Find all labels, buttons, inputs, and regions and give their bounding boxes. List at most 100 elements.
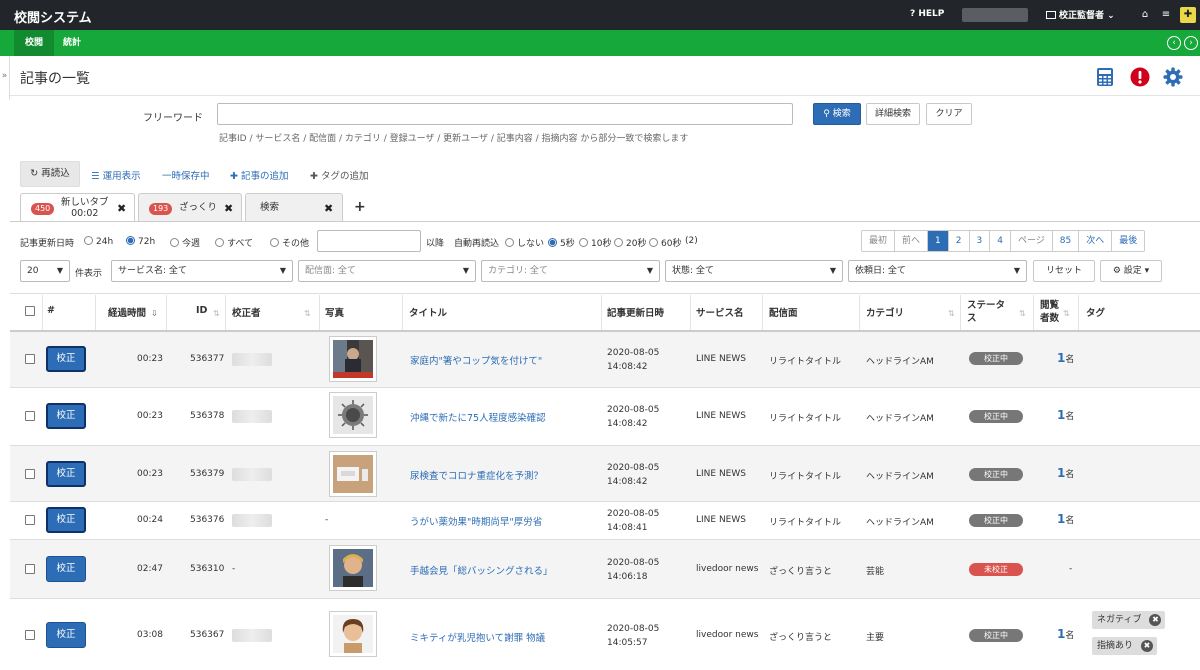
pager-next[interactable]: 次へ xyxy=(1079,231,1113,251)
pager-prev[interactable]: 前へ xyxy=(895,231,929,251)
proofread-button[interactable]: 校正 xyxy=(46,346,86,372)
pager-first[interactable]: 最初 xyxy=(862,231,896,251)
radio-72h[interactable]: 72h xyxy=(126,236,155,247)
sort-icon[interactable]: ⇅ xyxy=(1019,309,1026,318)
article-title-link[interactable]: 沖縄で新たに75人程度感染確認 xyxy=(410,410,546,424)
menu-icon[interactable]: ≡ xyxy=(1158,7,1174,23)
gear-icon[interactable] xyxy=(1163,67,1183,87)
add-tab-button[interactable]: + xyxy=(354,199,366,215)
arrow-right-icon[interactable]: › xyxy=(1184,36,1198,50)
auto-reload-60s[interactable]: 60秒 xyxy=(649,236,681,249)
radio-other[interactable]: その他 xyxy=(270,236,309,249)
col-status[interactable]: ステータス xyxy=(967,299,1005,325)
sort-icon[interactable]: ⇅ xyxy=(213,309,220,318)
role-menu[interactable]: 校正監督者 ⌄ xyxy=(1046,8,1115,21)
col-service[interactable]: サービス名 xyxy=(696,305,744,319)
proofread-button[interactable]: 校正 xyxy=(46,556,86,582)
close-icon[interactable]: ✖ xyxy=(324,202,333,215)
sidebar-toggle-icon[interactable]: » xyxy=(0,56,10,100)
tab-new[interactable]: 450 新しいタブ 00:02 ✖ xyxy=(20,193,135,222)
pager-page-4[interactable]: 4 xyxy=(990,231,1011,251)
auto-reload-off[interactable]: しない xyxy=(505,236,544,249)
article-thumbnail[interactable] xyxy=(329,451,377,497)
article-title-link[interactable]: 手越会見「総バッシングされる」 xyxy=(410,563,553,577)
add-tag-button[interactable]: ✚ タグの追加 xyxy=(310,168,369,182)
article-title-link[interactable]: ミキティが乳児抱いて謝罪 物議 xyxy=(410,630,545,644)
col-id[interactable]: ID xyxy=(196,305,207,316)
tag-negative[interactable]: ネガティブ ✖ xyxy=(1092,611,1166,629)
ops-view-button[interactable]: ☰ 運用表示 xyxy=(91,168,141,182)
user-name-redacted[interactable] xyxy=(962,8,1028,22)
row-checkbox[interactable] xyxy=(25,354,35,364)
article-title-link[interactable]: 尿検査でコロナ重症化を予測？ xyxy=(410,468,543,482)
auto-reload-5s[interactable]: 5秒 xyxy=(548,236,575,249)
close-icon[interactable]: ✖ xyxy=(1149,614,1162,626)
search-button[interactable]: ⚲ 検索 xyxy=(813,103,861,125)
col-category[interactable]: カテゴリ xyxy=(866,305,904,319)
temp-saved-button[interactable]: 一時保存中 xyxy=(162,168,210,182)
home-icon[interactable]: ⌂ xyxy=(1137,7,1153,23)
calculator-icon[interactable] xyxy=(1095,67,1115,87)
proofread-button[interactable]: 校正 xyxy=(46,622,86,648)
nav-tab-proofread[interactable]: 校閲 xyxy=(14,30,55,56)
proofread-button[interactable]: 校正 xyxy=(46,507,86,533)
add-article-button[interactable]: ✚ 記事の追加 xyxy=(230,168,289,182)
sort-icon[interactable]: ⇅ xyxy=(1063,309,1070,318)
col-updated[interactable]: 記事更新日時 xyxy=(607,305,664,319)
state-select[interactable]: 状態: 全て ▼ xyxy=(665,260,843,282)
row-checkbox[interactable] xyxy=(25,564,35,574)
pager-page-2[interactable]: 2 xyxy=(948,231,970,251)
sort-desc-icon[interactable]: ⇩ xyxy=(151,309,158,318)
article-title-link[interactable]: うがい薬効果"時期尚早"厚労省 xyxy=(410,514,542,528)
pager-page-input[interactable]: ページ xyxy=(1010,231,1053,251)
clear-button[interactable]: クリア xyxy=(926,103,972,125)
col-proofreader[interactable]: 校正者 xyxy=(232,305,261,319)
article-thumbnail[interactable] xyxy=(329,336,377,382)
pager-page-3[interactable]: 3 xyxy=(969,231,991,251)
radio-this-week[interactable]: 今週 xyxy=(170,236,200,249)
per-page-select[interactable]: 20 ▼ xyxy=(20,260,70,282)
app-title[interactable]: 校閲システム xyxy=(14,7,92,26)
row-checkbox[interactable] xyxy=(25,469,35,479)
col-channel[interactable]: 配信面 xyxy=(769,305,798,319)
close-icon[interactable]: ✖ xyxy=(117,202,126,215)
article-thumbnail[interactable] xyxy=(329,545,377,591)
sort-icon[interactable]: ⇅ xyxy=(948,309,955,318)
col-elapsed[interactable]: 経過時間 xyxy=(108,305,146,319)
service-select[interactable]: サービス名: 全て ▼ xyxy=(111,260,293,282)
tab-zakkuri[interactable]: 193 ざっくり ✖ xyxy=(138,193,242,221)
nav-tab-stats[interactable]: 統計 xyxy=(52,30,92,56)
tab-search[interactable]: 検索 ✖ xyxy=(245,193,343,221)
article-thumbnail[interactable] xyxy=(329,611,377,657)
reset-button[interactable]: リセット xyxy=(1033,260,1095,282)
pager-last[interactable]: 最後 xyxy=(1112,231,1145,251)
auto-reload-20s[interactable]: 20秒 xyxy=(614,236,646,249)
row-checkbox[interactable] xyxy=(25,515,35,525)
channel-select[interactable]: 配信面: 全て ▼ xyxy=(298,260,476,282)
reload-button[interactable]: ↻ 再読込 xyxy=(20,161,80,187)
sort-icon[interactable]: ⇅ xyxy=(304,309,311,318)
close-icon[interactable]: ✖ xyxy=(224,202,233,215)
alert-icon[interactable] xyxy=(1130,67,1150,87)
advanced-search-button[interactable]: 詳細検索 xyxy=(866,103,920,125)
close-icon[interactable]: ✖ xyxy=(1141,640,1154,652)
article-title-link[interactable]: 家庭内"箸やコップ気を付けて" xyxy=(410,353,542,367)
col-viewers[interactable]: 閲覧 者数 xyxy=(1040,299,1059,325)
proofread-button[interactable]: 校正 xyxy=(46,403,86,429)
col-title[interactable]: タイトル xyxy=(409,305,447,319)
auto-reload-10s[interactable]: 10秒 xyxy=(579,236,611,249)
row-checkbox[interactable] xyxy=(25,630,35,640)
radio-all[interactable]: すべて xyxy=(215,236,253,249)
since-date-input[interactable] xyxy=(317,230,421,252)
pager-last-page[interactable]: 85 xyxy=(1052,231,1080,251)
pager-page-1[interactable]: 1 xyxy=(928,231,949,251)
pin-icon[interactable]: ✚ xyxy=(1180,7,1196,23)
freeword-input[interactable] xyxy=(217,103,793,125)
help-link[interactable]: ? HELP xyxy=(910,9,944,19)
request-date-select[interactable]: 依頼日: 全て ▼ xyxy=(848,260,1027,282)
article-thumbnail[interactable] xyxy=(329,392,377,438)
select-all-checkbox[interactable] xyxy=(25,306,35,316)
arrow-left-icon[interactable]: ‹ xyxy=(1167,36,1181,50)
category-select[interactable]: カテゴリ: 全て ▼ xyxy=(481,260,660,282)
proofread-button[interactable]: 校正 xyxy=(46,461,86,487)
